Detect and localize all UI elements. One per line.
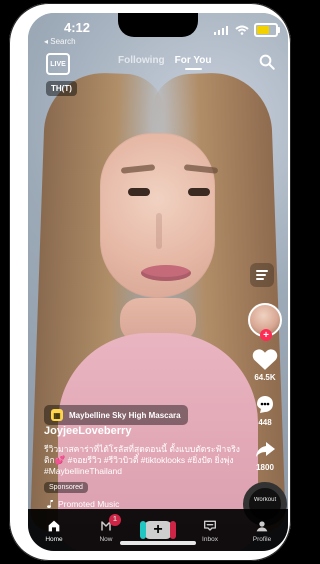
live-icon[interactable]: LIVE (46, 53, 70, 75)
nav-inbox-label: Inbox (202, 535, 218, 543)
feed-tabs: Following For You (118, 55, 212, 70)
nav-now-label: Now (99, 535, 113, 543)
share-count: 1800 (256, 463, 274, 472)
battery-icon (254, 23, 280, 37)
music-note-icon (47, 500, 53, 508)
now-notification-badge: 1 (109, 513, 121, 526)
search-icon[interactable] (258, 53, 276, 71)
follow-plus-icon[interactable]: + (260, 329, 272, 341)
language-badge[interactable]: TH(T) (46, 81, 77, 96)
nav-inbox[interactable]: Inbox (187, 518, 233, 543)
home-indicator (120, 541, 196, 545)
signal-icon (214, 25, 228, 35)
create-button[interactable]: + (140, 520, 176, 539)
comment-icon (257, 396, 273, 413)
list-icon[interactable] (250, 263, 274, 287)
live-label: LIVE (50, 60, 66, 68)
video-eye-left (128, 188, 150, 196)
battery-level (257, 26, 269, 34)
music-label: Promoted Music (58, 499, 120, 509)
nav-home[interactable]: Home (31, 518, 77, 543)
tab-for-you[interactable]: For You (175, 55, 212, 70)
ad-title: Maybelline Sky High Mascara (69, 410, 181, 420)
wifi-icon (235, 25, 249, 35)
heart-icon (252, 349, 278, 370)
profile-icon (256, 520, 268, 531)
plus-icon: + (153, 520, 163, 538)
creator-avatar[interactable]: + (248, 303, 282, 341)
video-lips (141, 265, 191, 281)
top-navigation: LIVE Following For You (28, 51, 288, 77)
like-count: 64.5K (254, 373, 276, 382)
shopping-bag-icon: ▦ (51, 409, 63, 421)
post-caption: รีวิวมาสคาร่าที่ได้โรลัสที่สุดตอนนี้ ตั้… (44, 444, 240, 476)
tab-following[interactable]: Following (118, 55, 165, 66)
phone-frame: 4:12 ◂ Search LIVE Following For You TH(… (9, 3, 291, 561)
creator-username[interactable]: JoyjeeLoveberry (44, 425, 131, 437)
nav-profile-label: Profile (252, 535, 272, 543)
status-bar: 4:12 ◂ Search (28, 17, 288, 46)
ad-product-chip[interactable]: ▦ Maybelline Sky High Mascara (44, 405, 188, 425)
sponsored-badge: Sponsored (44, 482, 88, 493)
nav-create[interactable]: + (135, 521, 181, 539)
nav-home-label: Home (45, 535, 63, 543)
status-time: 4:12 (64, 20, 91, 35)
nav-profile[interactable]: Profile (239, 518, 285, 543)
video-nose (156, 213, 162, 249)
screen: 4:12 ◂ Search LIVE Following For You TH(… (28, 13, 288, 551)
list-lines-icon (256, 270, 268, 280)
music-row[interactable]: Promoted Music (44, 499, 119, 509)
comment-action[interactable]: 448 (252, 392, 278, 427)
nav-now[interactable]: Now 1 (83, 513, 129, 543)
right-action-bar: + 64.5K 448 1800 Workout (243, 303, 287, 526)
like-action[interactable]: 64.5K (252, 347, 278, 382)
comment-count: 448 (258, 418, 272, 427)
inbox-icon (204, 520, 216, 531)
bottom-navigation: Home Now 1 + Inbox Profile (28, 509, 288, 551)
share-action[interactable]: 1800 (252, 437, 278, 472)
video-eye-right (188, 188, 210, 196)
back-to-search[interactable]: ◂ Search (44, 37, 76, 46)
status-icons (214, 23, 280, 37)
home-icon (48, 520, 60, 531)
record-label: Workout (253, 497, 277, 503)
share-icon (256, 442, 275, 457)
